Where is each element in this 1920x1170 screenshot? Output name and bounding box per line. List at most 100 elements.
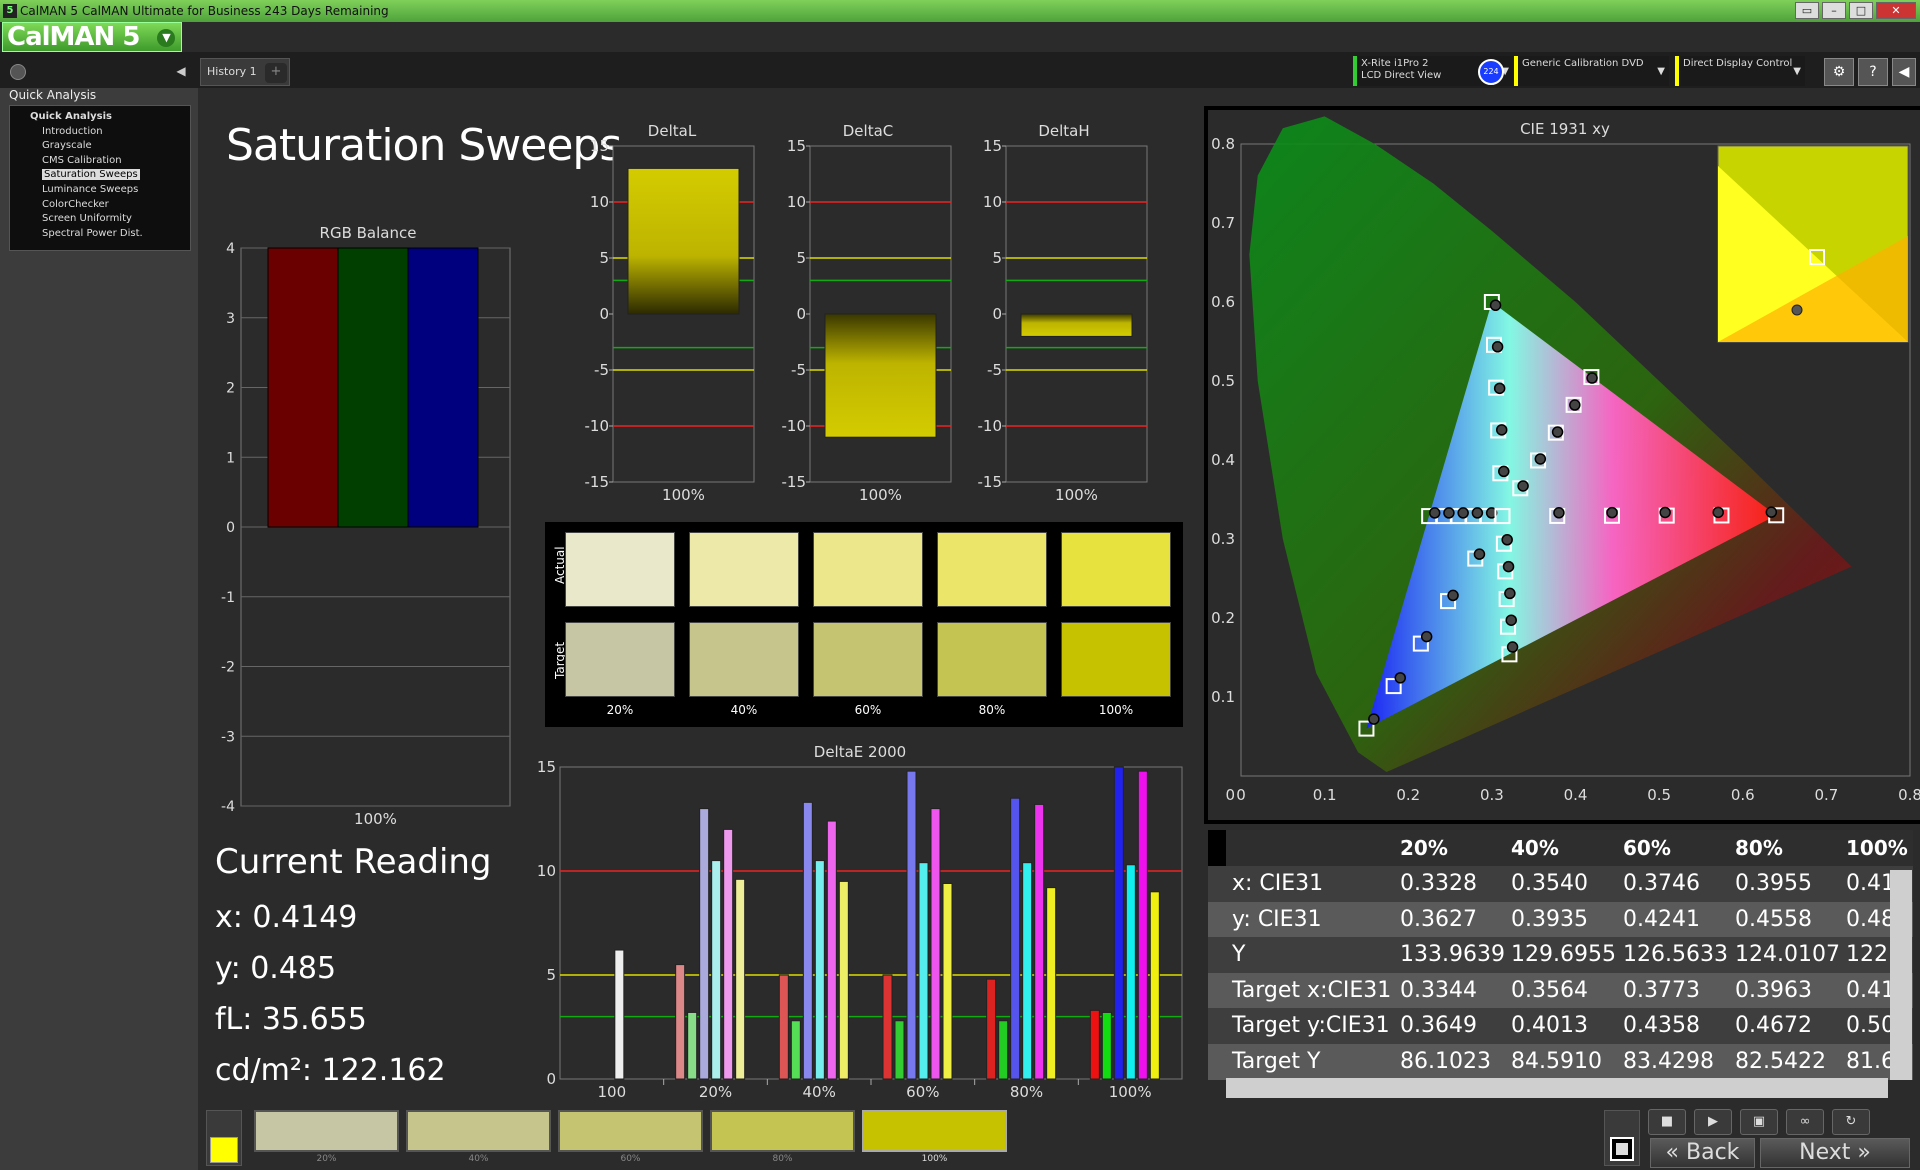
table-cell: 0.3746 bbox=[1623, 871, 1700, 896]
current-reading-title: Current Reading bbox=[215, 842, 492, 882]
delta-c-bar bbox=[824, 313, 937, 438]
cie-y-tick-label: 0.3 bbox=[1211, 530, 1235, 548]
delta-l-x-label: 100% bbox=[662, 486, 705, 504]
save-button[interactable]: ▣ bbox=[1740, 1109, 1778, 1135]
cie-y-tick-label: 0 bbox=[1225, 786, 1235, 804]
delta-c-tick-label: -5 bbox=[791, 361, 806, 379]
bottom-swatch-button[interactable] bbox=[558, 1110, 703, 1152]
stop-button[interactable]: ■ bbox=[1648, 1109, 1686, 1135]
add-tab-button[interactable]: + bbox=[265, 63, 287, 83]
target-swatch bbox=[1061, 622, 1171, 697]
delta-e-bar bbox=[1034, 803, 1045, 1080]
sidebar: ◀ Quick Analysis Quick Analysis Introduc… bbox=[0, 64, 198, 1170]
delta-e-bar bbox=[723, 828, 734, 1080]
back-button[interactable]: « Back bbox=[1650, 1138, 1755, 1168]
table-row[interactable]: Target y:CIE31 0.3649 0.4013 0.4358 0.4672 0.… bbox=[1208, 1008, 1913, 1044]
panel-collapse-button[interactable]: ◀ bbox=[1892, 58, 1916, 86]
delta-h-chart: -15 -10 -5 0 5 10 15 100% bbox=[978, 137, 1148, 504]
display-selector[interactable]: Direct Display Control ▼ bbox=[1675, 56, 1805, 86]
app-logo[interactable]: CalMAN 5 ▼ bbox=[2, 22, 182, 52]
logo-dropdown-icon[interactable]: ▼ bbox=[157, 29, 175, 47]
table-row-label: Target y:CIE31 bbox=[1232, 1013, 1390, 1038]
delta-l-tick-label: 5 bbox=[599, 249, 609, 267]
sidebar-item-colorchecker[interactable]: ColorChecker bbox=[10, 198, 190, 213]
sidebar-item-cms-calibration[interactable]: CMS Calibration bbox=[10, 154, 190, 169]
delta-e-tick-label: 0 bbox=[546, 1070, 556, 1088]
table-cell: 0.3344 bbox=[1400, 977, 1477, 1003]
delta-c-tick-label: -10 bbox=[782, 417, 807, 435]
table-row[interactable]: y: CIE31 0.3627 0.3935 0.4241 0.4558 0.48 bbox=[1208, 901, 1913, 938]
delta-h-tick-label: -5 bbox=[987, 361, 1002, 379]
bottom-swatch-button[interactable] bbox=[862, 1110, 1007, 1152]
sidebar-item-spectral-power[interactable]: Spectral Power Dist. bbox=[10, 227, 190, 242]
source-selector[interactable]: Generic Calibration DVD ▼ bbox=[1514, 56, 1669, 86]
table-cell: 0.3649 bbox=[1400, 1013, 1477, 1038]
sidebar-item-grayscale[interactable]: Grayscale bbox=[10, 139, 190, 154]
loop-button[interactable]: ∞ bbox=[1786, 1109, 1824, 1135]
sidebar-collapse-icon[interactable]: ◀ bbox=[172, 64, 190, 80]
next-button[interactable]: Next » bbox=[1760, 1138, 1910, 1168]
sidebar-item-saturation-sweeps[interactable]: Saturation Sweeps bbox=[10, 168, 190, 183]
cie-measured-point bbox=[1606, 506, 1618, 519]
table-row[interactable]: Target Y 86.1023 84.5910 83.4298 82.5422 81.6 bbox=[1208, 1043, 1913, 1080]
cie-x-tick-label: 0.5 bbox=[1647, 786, 1671, 804]
sidebar-item-quick-analysis[interactable]: Quick Analysis bbox=[10, 110, 190, 125]
current-color-indicator[interactable] bbox=[206, 1110, 242, 1166]
play-icon: ▶ bbox=[1708, 1114, 1718, 1129]
table-cell: 0.41 bbox=[1846, 977, 1895, 1003]
delta-l-tick-label: -10 bbox=[585, 417, 610, 435]
sidebar-gear-icon[interactable] bbox=[10, 64, 26, 80]
save-icon: ▣ bbox=[1752, 1114, 1766, 1129]
cie-x-tick-label: 0.2 bbox=[1396, 786, 1420, 804]
delta-e-bar bbox=[1046, 887, 1057, 1080]
delta-e-bar bbox=[802, 801, 813, 1080]
rgb-tick-label: -1 bbox=[221, 590, 235, 606]
table-cell: 0.3328 bbox=[1400, 871, 1477, 896]
bottom-swatch-button[interactable] bbox=[406, 1110, 551, 1152]
vertical-scrollbar[interactable] bbox=[1890, 870, 1912, 1080]
delta-l-tick-label: 0 bbox=[599, 305, 609, 323]
meter-badge[interactable]: 224 bbox=[1478, 59, 1504, 85]
minimize-icon[interactable]: – bbox=[1822, 2, 1846, 19]
actual-swatch bbox=[937, 532, 1047, 607]
swatch-label: 40% bbox=[730, 703, 758, 717]
table-cell: 0.3963 bbox=[1735, 977, 1812, 1003]
reading-cdm2: cd/m²: 122.162 bbox=[215, 1053, 446, 1088]
table-row[interactable]: Y 133.9639 129.6955 126.5633 124.0107 122 bbox=[1208, 937, 1913, 973]
settings-button[interactable]: ⚙ bbox=[1824, 58, 1854, 86]
sidebar-item-introduction[interactable]: Introduction bbox=[10, 125, 190, 140]
reading-y: y: 0.485 bbox=[215, 951, 337, 986]
cie-x-tick-label: 0.8 bbox=[1898, 786, 1920, 804]
color-swatches: Actual Target 20% 40% 60% 80% 100% bbox=[545, 522, 1183, 727]
restore-icon[interactable]: ▭ bbox=[1795, 2, 1819, 19]
table-cell: 86.1023 bbox=[1400, 1048, 1491, 1074]
cie-measured-point bbox=[1498, 465, 1510, 478]
table-row-label: y: CIE31 bbox=[1232, 906, 1322, 932]
record-panel[interactable] bbox=[1604, 1110, 1640, 1166]
cie-x-tick-label: 0.3 bbox=[1480, 786, 1504, 804]
table-header: 20% 40% 60% 80% 100% bbox=[1208, 830, 1913, 866]
rgb-bar bbox=[407, 247, 479, 528]
table-row-label: Target x:CIE31 bbox=[1232, 977, 1392, 1003]
close-icon[interactable]: ✕ bbox=[1876, 2, 1916, 19]
table-row[interactable]: Target x:CIE31 0.3344 0.3564 0.3773 0.3963 0.… bbox=[1208, 972, 1913, 1009]
sidebar-item-screen-uniformity[interactable]: Screen Uniformity bbox=[10, 212, 190, 227]
help-button[interactable]: ? bbox=[1858, 58, 1888, 86]
reading-fl: fL: 35.655 bbox=[215, 1002, 367, 1037]
table-cell: 0.41 bbox=[1846, 871, 1895, 896]
delta-e-bar bbox=[675, 964, 686, 1080]
bottom-swatch-button[interactable] bbox=[710, 1110, 855, 1152]
sidebar-header: Quick Analysis bbox=[9, 88, 97, 102]
delta-h-title: DeltaH bbox=[1038, 122, 1090, 140]
maximize-icon[interactable]: □ bbox=[1849, 2, 1873, 19]
table-cell: 84.5910 bbox=[1511, 1048, 1602, 1074]
delta-e-x-label: 100% bbox=[1109, 1083, 1152, 1101]
swatch-label: 20% bbox=[606, 703, 634, 717]
bottom-swatch-button[interactable] bbox=[254, 1110, 399, 1152]
sidebar-item-luminance-sweeps[interactable]: Luminance Sweeps bbox=[10, 183, 190, 198]
refresh-button[interactable]: ↻ bbox=[1832, 1109, 1870, 1135]
table-row[interactable]: x: CIE31 0.3328 0.3540 0.3746 0.3955 0.41 bbox=[1208, 866, 1913, 902]
play-button[interactable]: ▶ bbox=[1694, 1109, 1732, 1135]
table-cell: 0.48 bbox=[1846, 906, 1895, 932]
horizontal-scrollbar[interactable] bbox=[1226, 1078, 1888, 1098]
